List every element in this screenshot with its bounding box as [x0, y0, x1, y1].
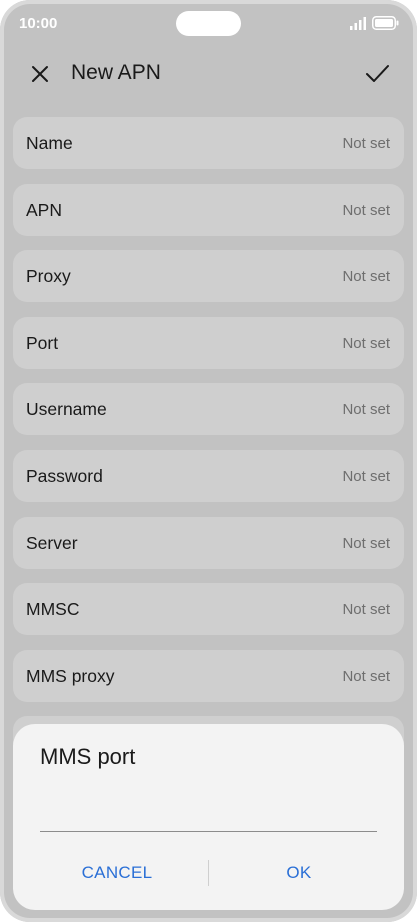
setting-value: Not set	[342, 467, 390, 485]
signal-icon	[350, 17, 366, 30]
setting-label: Port	[26, 332, 59, 353]
ok-button[interactable]: OK	[223, 858, 375, 888]
status-time: 10:00	[19, 15, 58, 32]
status-bar: 10:00	[0, 0, 417, 48]
phone-screen: 10:00 New APN Name Not set APN Not set P…	[0, 0, 417, 922]
setting-label: MMSC	[26, 599, 80, 620]
dialog-title: MMS port	[40, 744, 136, 769]
battery-icon	[372, 16, 399, 30]
setting-label: APN	[26, 199, 62, 220]
top-bar: New APN	[0, 50, 417, 96]
page-title: New APN	[71, 61, 161, 84]
setting-row-name[interactable]: Name Not set	[13, 117, 404, 169]
setting-row-username[interactable]: Username Not set	[13, 383, 404, 436]
mms-port-input[interactable]	[40, 790, 377, 832]
setting-row-mmsc[interactable]: MMSC Not set	[13, 583, 404, 636]
setting-value: Not set	[342, 667, 390, 685]
setting-row-port[interactable]: Port Not set	[13, 316, 404, 369]
setting-value: Not set	[342, 401, 390, 419]
setting-value: Not set	[342, 601, 390, 619]
setting-value: Not set	[342, 334, 390, 352]
button-divider	[208, 860, 209, 886]
setting-row-apn[interactable]: APN Not set	[13, 183, 404, 236]
checkmark-icon[interactable]	[361, 58, 393, 90]
setting-row-mms-proxy[interactable]: MMS proxy Not set	[13, 649, 404, 702]
setting-value: Not set	[342, 135, 390, 152]
camera-pill	[176, 11, 241, 36]
setting-label: Proxy	[26, 266, 71, 287]
setting-value: Not set	[342, 268, 390, 286]
setting-label: Server	[26, 532, 78, 553]
setting-value: Not set	[342, 201, 390, 219]
setting-row-server[interactable]: Server Not set	[13, 516, 404, 569]
setting-value: Not set	[342, 534, 390, 552]
setting-row-proxy[interactable]: Proxy Not set	[13, 250, 404, 303]
setting-label: Username	[26, 399, 107, 420]
apn-settings-list: Name Not set APN Not set Proxy Not set P…	[13, 117, 404, 783]
mms-port-dialog: MMS port CANCEL OK	[13, 724, 404, 910]
close-icon[interactable]	[26, 60, 54, 88]
setting-label: Name	[26, 133, 73, 153]
cancel-button[interactable]: CANCEL	[43, 858, 191, 888]
setting-label: Password	[26, 465, 103, 486]
setting-row-password[interactable]: Password Not set	[13, 449, 404, 502]
setting-label: MMS proxy	[26, 665, 115, 686]
